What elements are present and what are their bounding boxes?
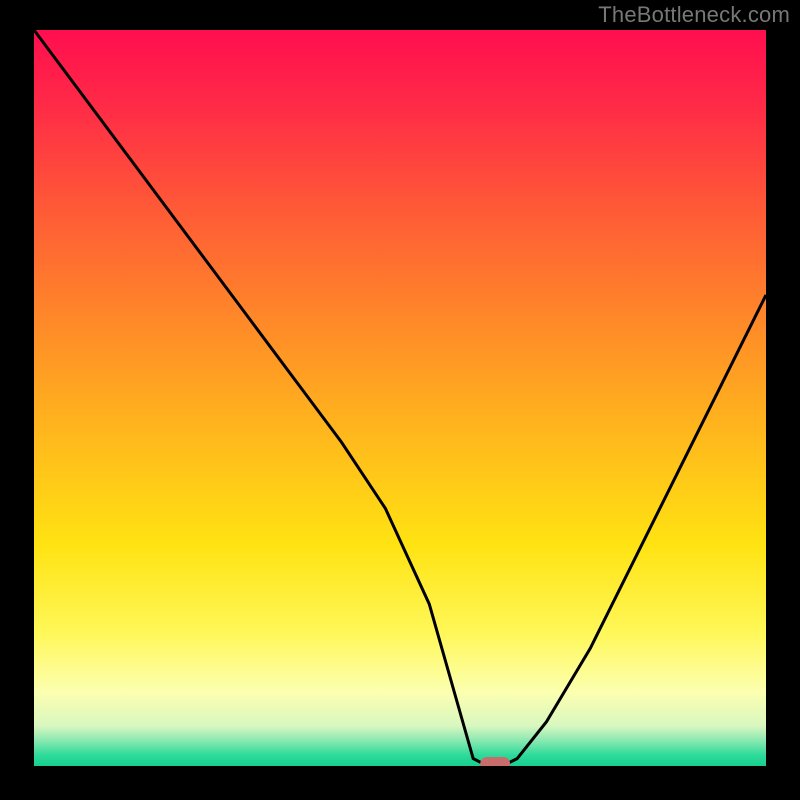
optimal-marker: [480, 757, 510, 766]
plot-area: [34, 30, 766, 766]
chart-svg: [34, 30, 766, 766]
watermark-text: TheBottleneck.com: [598, 2, 790, 28]
chart-stage: TheBottleneck.com: [0, 0, 800, 800]
bottleneck-curve: [34, 30, 766, 766]
